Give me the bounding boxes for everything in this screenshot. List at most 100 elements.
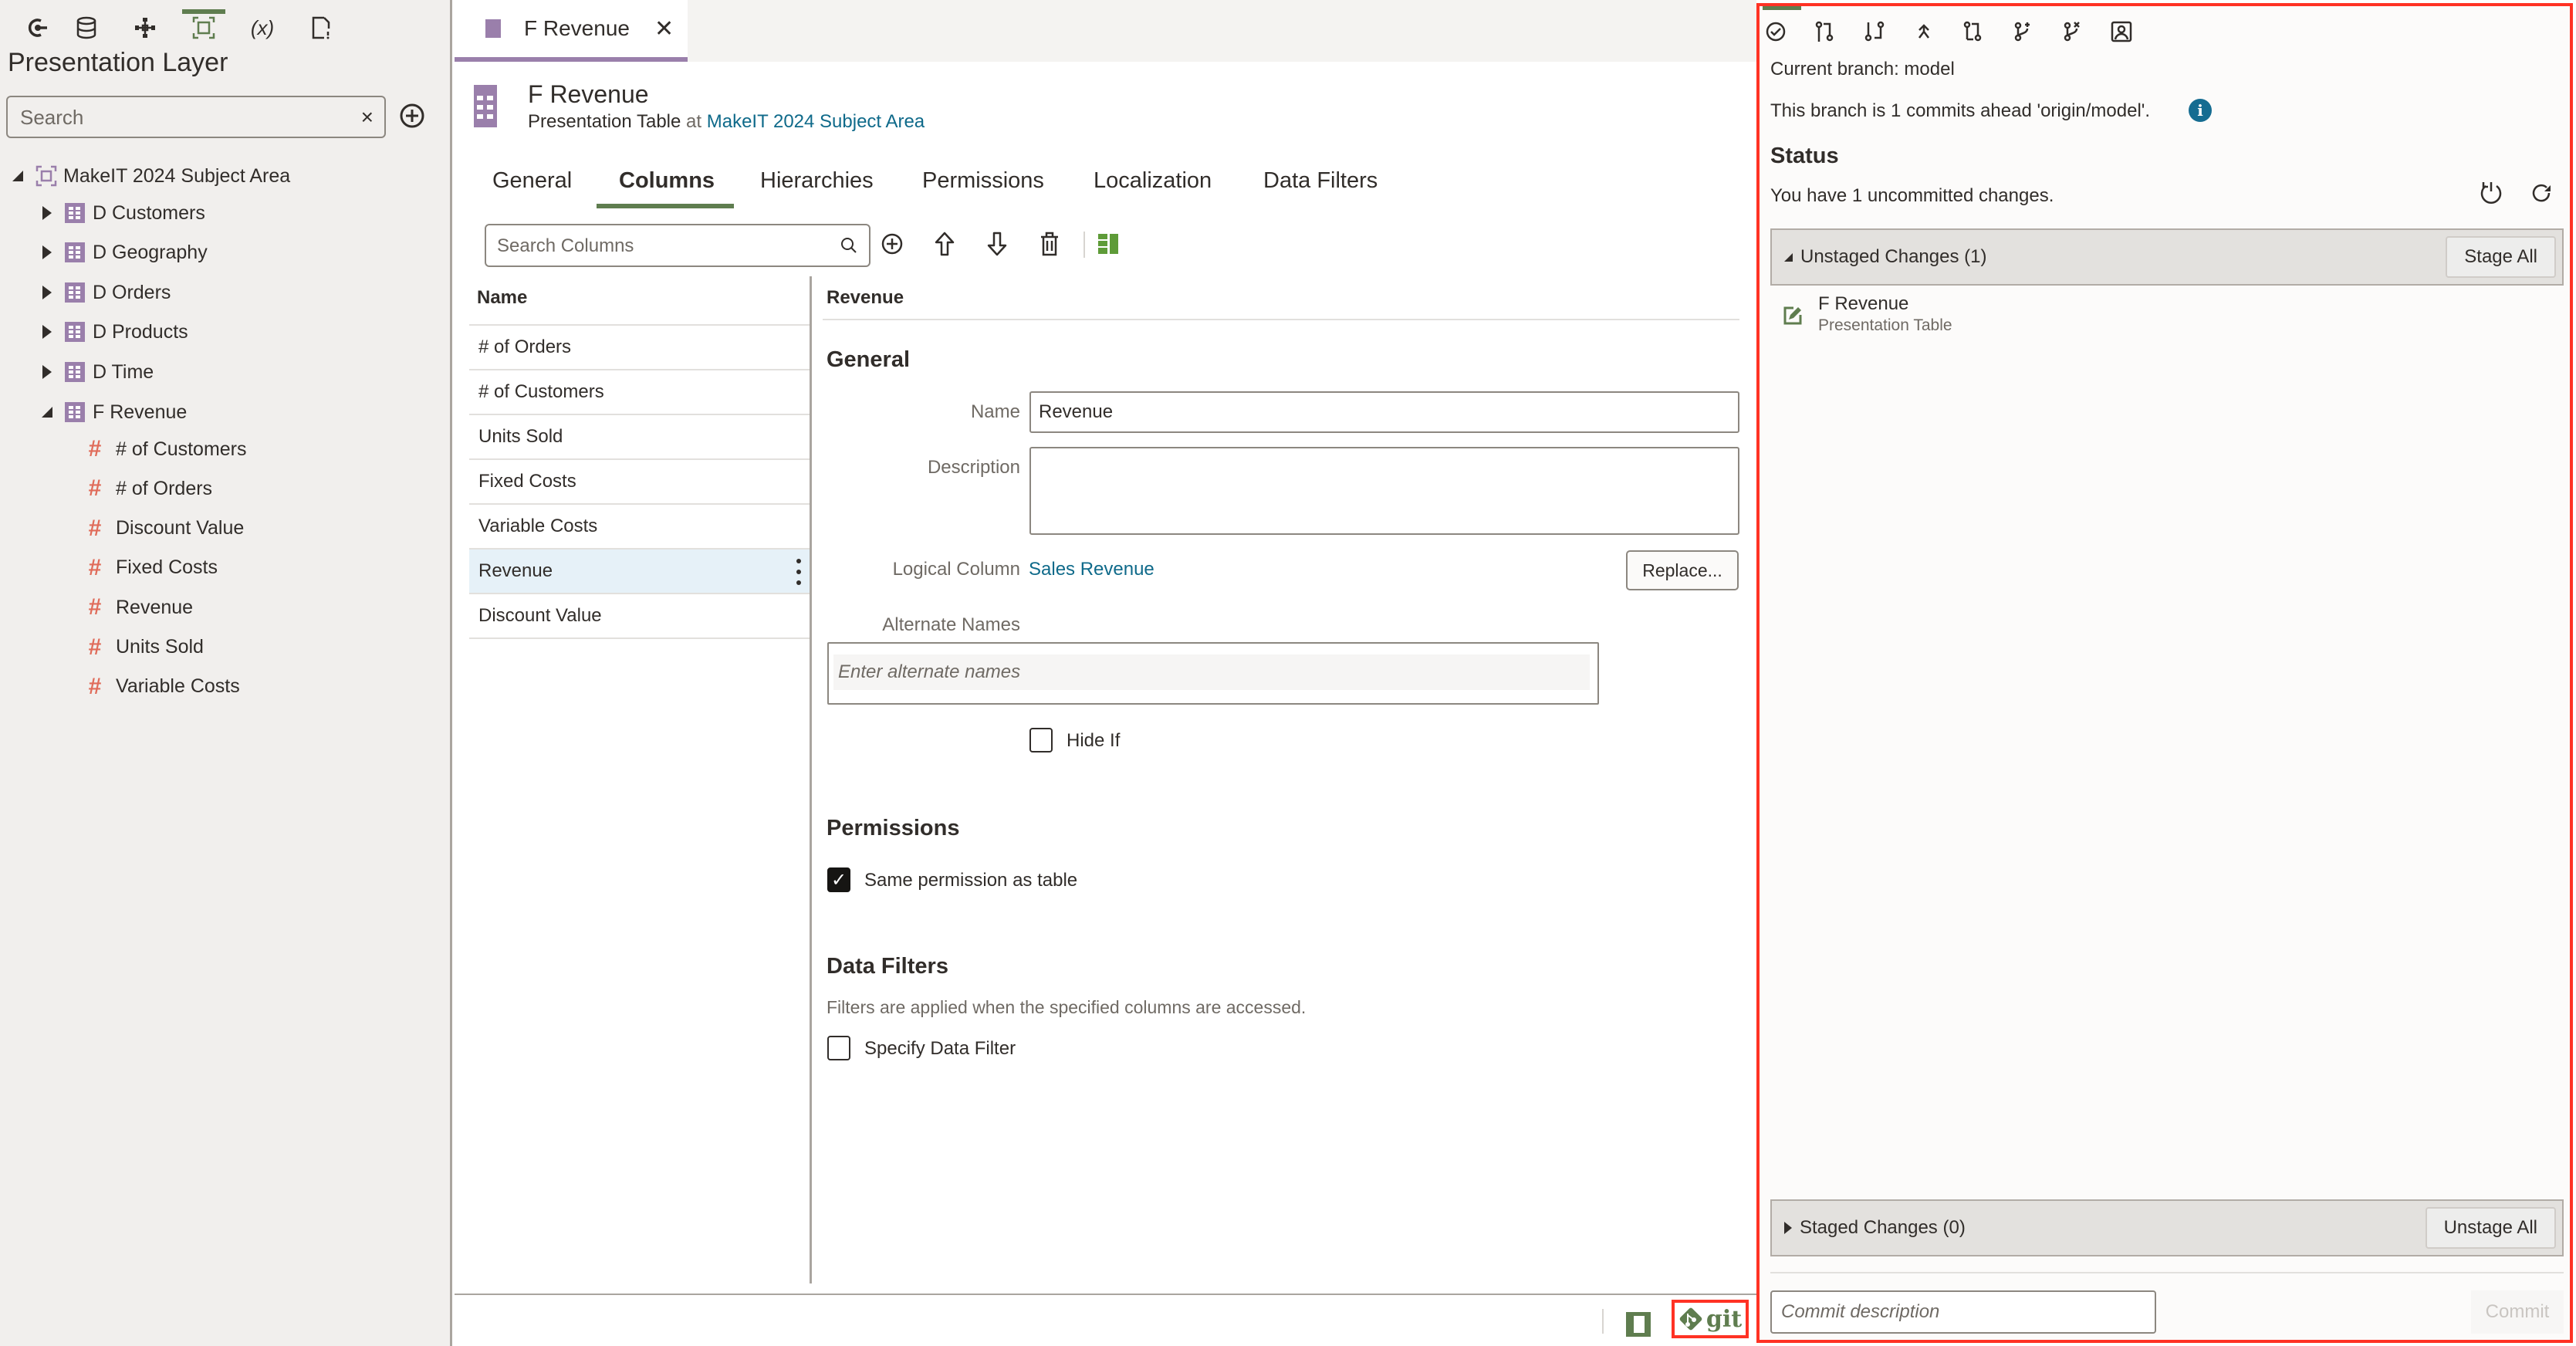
file-warning-icon[interactable] [304, 11, 338, 45]
tree-item-label: # of Customers [116, 438, 247, 460]
column-name: Variable Costs [478, 516, 598, 536]
same-permission-checkbox[interactable]: ✓ [827, 867, 850, 892]
tree-item-column[interactable]: # Discount Value [83, 512, 245, 546]
subtab-data-filters[interactable]: Data Filters [1263, 168, 1378, 194]
column-search[interactable] [485, 224, 870, 267]
logical-column-link[interactable]: Sales Revenue [1029, 559, 1154, 580]
tree-item-column[interactable]: # Revenue [83, 590, 193, 624]
column-search-input[interactable] [497, 233, 821, 259]
stage-all-button[interactable]: Stage All [2446, 236, 2556, 278]
tree-search[interactable]: × [6, 96, 386, 138]
tree-item-table[interactable]: D Geography [35, 235, 208, 269]
subtab-permissions[interactable]: Permissions [922, 168, 1044, 194]
push-icon[interactable] [1911, 19, 1937, 45]
more-actions-icon[interactable] [796, 559, 802, 585]
tree-item-column[interactable]: # Variable Costs [83, 670, 240, 704]
change-item[interactable]: F Revenue Presentation Table [1783, 293, 1952, 335]
subtab-localization[interactable]: Localization [1094, 168, 1212, 194]
hide-if-checkbox[interactable] [1029, 728, 1053, 752]
expand-icon[interactable] [35, 360, 59, 384]
commit-check-icon[interactable] [1763, 19, 1789, 45]
expand-icon[interactable] [35, 281, 59, 304]
delete-icon[interactable] [1034, 228, 1065, 259]
name-field[interactable] [1029, 391, 1739, 433]
description-field[interactable] [1029, 447, 1739, 535]
compare-icon[interactable] [1960, 19, 1986, 45]
pull-request-icon[interactable] [1812, 19, 1838, 45]
column-list-row[interactable]: # of Orders [469, 326, 810, 370]
measure-column-icon: # [88, 554, 102, 580]
branch-delete-icon[interactable] [2059, 19, 2085, 45]
current-branch: Current branch: model [1770, 59, 1955, 79]
specify-data-filter-checkbox[interactable] [827, 1036, 850, 1060]
staged-changes-section[interactable]: Staged Changes (0) Unstage All [1770, 1199, 2564, 1256]
user-profile-icon[interactable] [2108, 19, 2135, 45]
add-icon[interactable] [398, 102, 426, 130]
add-column-icon[interactable] [877, 228, 908, 259]
alternate-names-box[interactable] [827, 642, 1599, 705]
commit-button[interactable]: Commit [2471, 1290, 2564, 1334]
replace-button[interactable]: Replace... [1626, 550, 1739, 590]
unstage-all-button[interactable]: Unstage All [2425, 1207, 2556, 1249]
tab-f-revenue[interactable]: F Revenue ✕ [455, 0, 688, 62]
tree-search-input[interactable] [20, 103, 344, 131]
tree-item-subject-area[interactable]: MakeIT 2024 Subject Area [6, 159, 290, 193]
at-text: at [686, 111, 702, 132]
alternate-names-input[interactable] [833, 654, 1590, 690]
move-up-icon[interactable] [929, 228, 960, 259]
git-button[interactable]: git [1672, 1300, 1749, 1338]
column-name: # of Orders [478, 336, 572, 357]
tree-item-column[interactable]: # # of Orders [83, 472, 212, 506]
collapse-icon[interactable] [6, 164, 29, 188]
expand-icon[interactable] [35, 320, 59, 343]
info-icon[interactable]: i [2189, 99, 2212, 122]
clear-search-icon[interactable]: × [361, 105, 374, 130]
branch-add-icon[interactable] [2010, 19, 2036, 45]
column-list-row[interactable]: Fixed Costs [469, 460, 810, 505]
subtab-general[interactable]: General [492, 168, 572, 194]
measure-column-icon: # [88, 436, 102, 462]
search-icon[interactable] [840, 236, 858, 255]
expand-icon[interactable] [1784, 1222, 1792, 1234]
tree-item-column[interactable]: # Units Sold [83, 631, 204, 665]
tree-item-table[interactable]: D Customers [35, 196, 205, 230]
close-tab-icon[interactable]: ✕ [654, 15, 674, 42]
column-layout-icon[interactable] [1093, 228, 1124, 259]
subtab-hierarchies[interactable]: Hierarchies [760, 168, 874, 194]
commit-description-input[interactable] [1770, 1290, 2156, 1334]
refresh-icon[interactable] [2529, 181, 2554, 205]
detail-title: Revenue [827, 287, 904, 308]
collapse-icon[interactable] [1784, 252, 1793, 262]
move-down-icon[interactable] [982, 228, 1012, 259]
unstaged-changes-section[interactable]: Unstaged Changes (1) Stage All [1770, 228, 2564, 286]
tree-item-column[interactable]: # # of Customers [83, 432, 247, 466]
toggle-panel-icon[interactable] [1626, 1312, 1651, 1337]
tree-item-table[interactable]: D Products [35, 315, 188, 349]
editor-tab-bar: F Revenue ✕ [455, 0, 1756, 62]
column-name: Discount Value [478, 605, 602, 626]
tree-item-table[interactable]: F Revenue [35, 395, 187, 429]
tree-item-table[interactable]: D Time [35, 355, 154, 389]
parent-link[interactable]: MakeIT 2024 Subject Area [707, 111, 925, 132]
column-list-row[interactable]: # of Customers [469, 370, 810, 415]
measure-column-icon: # [88, 515, 102, 541]
merge-icon[interactable] [1861, 19, 1888, 45]
column-list-row[interactable]: Variable Costs [469, 505, 810, 550]
presentation-layer-icon[interactable] [187, 11, 221, 45]
subtab-columns[interactable]: Columns [619, 168, 715, 194]
tree-item-column[interactable]: # Fixed Costs [83, 551, 218, 585]
expand-icon[interactable] [35, 201, 59, 225]
database-icon[interactable] [69, 11, 103, 45]
column-list-row[interactable]: Discount Value [469, 594, 810, 639]
tree-item-table[interactable]: D Orders [35, 276, 171, 309]
list-detail-splitter[interactable] [810, 276, 812, 1283]
variables-icon[interactable]: (x) [245, 11, 279, 45]
collapse-icon[interactable] [35, 401, 59, 424]
expand-icon[interactable] [35, 241, 59, 264]
logical-layer-icon[interactable] [128, 11, 162, 45]
column-list-row[interactable]: Revenue [469, 550, 810, 594]
unstaged-changes-label: Unstaged Changes (1) [1800, 246, 1987, 267]
physical-layer-icon[interactable] [20, 11, 54, 45]
discard-changes-icon[interactable] [2477, 179, 2505, 207]
column-list-row[interactable]: Units Sold [469, 415, 810, 460]
